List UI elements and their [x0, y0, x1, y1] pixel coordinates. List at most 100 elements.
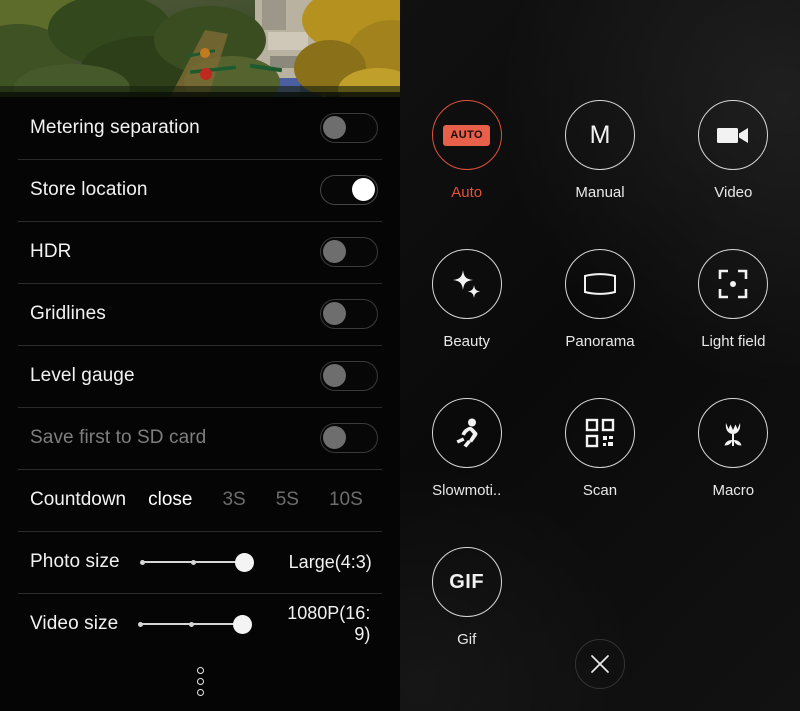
- mode-grid: AUTO Auto M Manual Video Beauty Panorama…: [400, 100, 800, 648]
- mode-circle: AUTO: [431, 100, 502, 170]
- setting-label: Level gauge: [30, 365, 135, 386]
- mode-item-gif[interactable]: GIF Gif: [400, 547, 533, 648]
- mode-circle: M: [564, 100, 635, 170]
- setting-row-gridlines[interactable]: Gridlines: [0, 283, 400, 345]
- toggle-gridlines[interactable]: [320, 299, 378, 329]
- mode-label: Macro: [712, 482, 755, 499]
- panorama-icon: [583, 273, 616, 295]
- mode-item-beauty[interactable]: Beauty: [400, 249, 533, 350]
- mode-circle: [698, 249, 769, 319]
- toggle-hdr[interactable]: [320, 237, 378, 267]
- mode-label: Light field: [701, 333, 766, 350]
- setting-row-hdr[interactable]: HDR: [0, 221, 400, 283]
- slider-knob[interactable]: [234, 552, 254, 572]
- mode-circle: [431, 249, 502, 319]
- auto-badge-icon: AUTO: [443, 124, 490, 146]
- slider-tick-2[interactable]: [190, 559, 196, 565]
- mode-circle: [698, 100, 769, 170]
- toggle-level-gauge[interactable]: [320, 361, 378, 391]
- mode-circle: [431, 398, 502, 468]
- setting-label: HDR: [30, 241, 72, 262]
- toggle-metering-separation[interactable]: [320, 113, 378, 143]
- gif-text-icon: GIF: [449, 570, 485, 593]
- svg-text:M: M: [590, 121, 611, 149]
- camera-preview[interactable]: [0, 0, 400, 97]
- mode-item-manual[interactable]: M Manual: [533, 100, 666, 201]
- dot-icon: [196, 688, 204, 696]
- dot-icon: [196, 666, 204, 674]
- manual-m-icon: M: [590, 121, 611, 149]
- video-camera-icon: [717, 128, 749, 143]
- photo-size-value: Large(4:3): [288, 551, 372, 572]
- countdown-option-5s[interactable]: 5S: [276, 489, 299, 511]
- tulip-flower-icon: [724, 423, 742, 446]
- video-size-value-line2: 9): [354, 624, 371, 644]
- mode-item-slowmotion[interactable]: Slowmoti..: [400, 398, 533, 499]
- countdown-label: Countdown: [30, 489, 127, 510]
- camera-settings-screen: Metering separation Store location HDR G…: [0, 0, 800, 711]
- mode-label: Manual: [575, 184, 625, 201]
- toggle-save-first-to-sd-card: [320, 423, 378, 453]
- running-person-icon: [456, 418, 478, 448]
- setting-row-metering-separation[interactable]: Metering separation: [0, 97, 400, 159]
- countdown-option-3s[interactable]: 3S: [222, 489, 245, 511]
- mode-circle: [564, 249, 635, 319]
- countdown-options: close 3S 5S 10S: [126, 489, 382, 511]
- dot-icon: [196, 677, 204, 685]
- qr-code-icon: [585, 418, 615, 448]
- slider-tick-1[interactable]: [138, 621, 144, 627]
- camera-preview-image: [0, 0, 400, 97]
- sparkles-icon: [452, 270, 481, 298]
- mode-label: Scan: [582, 482, 618, 499]
- setting-row-store-location[interactable]: Store location: [0, 159, 400, 221]
- mode-label: Video: [714, 184, 753, 201]
- toggle-knob: [323, 302, 346, 325]
- mode-label: Auto: [451, 184, 483, 201]
- settings-list: Metering separation Store location HDR G…: [0, 97, 400, 655]
- toggle-store-location[interactable]: [320, 175, 378, 205]
- video-size-value-line1: 1080P(16:: [287, 603, 371, 623]
- video-size-value: 1080P(16: 9): [266, 603, 370, 645]
- setting-label: Metering separation: [30, 117, 200, 138]
- countdown-option-close[interactable]: close: [148, 489, 192, 511]
- mode-item-panorama[interactable]: Panorama: [533, 249, 666, 350]
- toggle-knob: [323, 364, 346, 387]
- mode-label: Gif: [457, 631, 477, 648]
- focus-bracket-icon: [719, 269, 748, 299]
- setting-row-photo-size: Photo size Large(4:3): [0, 531, 400, 593]
- video-size-label: Video size: [30, 613, 119, 634]
- mode-circle: [564, 398, 635, 468]
- toggle-knob: [323, 116, 346, 139]
- mode-item-video[interactable]: Video: [667, 100, 800, 201]
- video-size-slider[interactable]: [136, 609, 266, 639]
- settings-panel: Metering separation Store location HDR G…: [0, 0, 400, 711]
- mode-item-auto[interactable]: AUTO Auto: [400, 100, 533, 201]
- mode-item-scan[interactable]: Scan: [533, 398, 666, 499]
- more-options-dots-handle[interactable]: [0, 651, 400, 711]
- mode-circle: GIF: [431, 547, 502, 617]
- toggle-knob: [323, 240, 346, 263]
- mode-label: Slowmoti..: [432, 482, 502, 499]
- slider-knob[interactable]: [233, 614, 253, 634]
- setting-label: Save first to SD card: [30, 427, 207, 448]
- mode-circle: [698, 398, 769, 468]
- mode-picker-panel: AUTO Auto M Manual Video Beauty Panorama…: [400, 0, 800, 711]
- setting-row-level-gauge[interactable]: Level gauge: [0, 345, 400, 407]
- toggle-knob: [323, 426, 346, 449]
- setting-row-countdown: Countdown close 3S 5S 10S: [0, 469, 400, 531]
- photo-size-label: Photo size: [30, 551, 120, 572]
- photo-size-slider[interactable]: [138, 547, 268, 577]
- setting-row-video-size: Video size 1080P(16: 9): [0, 593, 400, 655]
- slider-tick-1[interactable]: [139, 559, 145, 565]
- close-button[interactable]: [575, 639, 625, 689]
- slider-tick-2[interactable]: [189, 621, 195, 627]
- countdown-option-10s[interactable]: 10S: [329, 489, 363, 511]
- mode-item-light-field[interactable]: Light field: [667, 249, 800, 350]
- mode-label: Panorama: [565, 333, 635, 350]
- mode-item-macro[interactable]: Macro: [667, 398, 800, 499]
- setting-row-save-first-to-sd-card: Save first to SD card: [0, 407, 400, 469]
- setting-label: Store location: [30, 179, 148, 200]
- mode-label: Beauty: [443, 333, 491, 350]
- close-icon: [591, 655, 609, 673]
- toggle-knob: [352, 178, 375, 201]
